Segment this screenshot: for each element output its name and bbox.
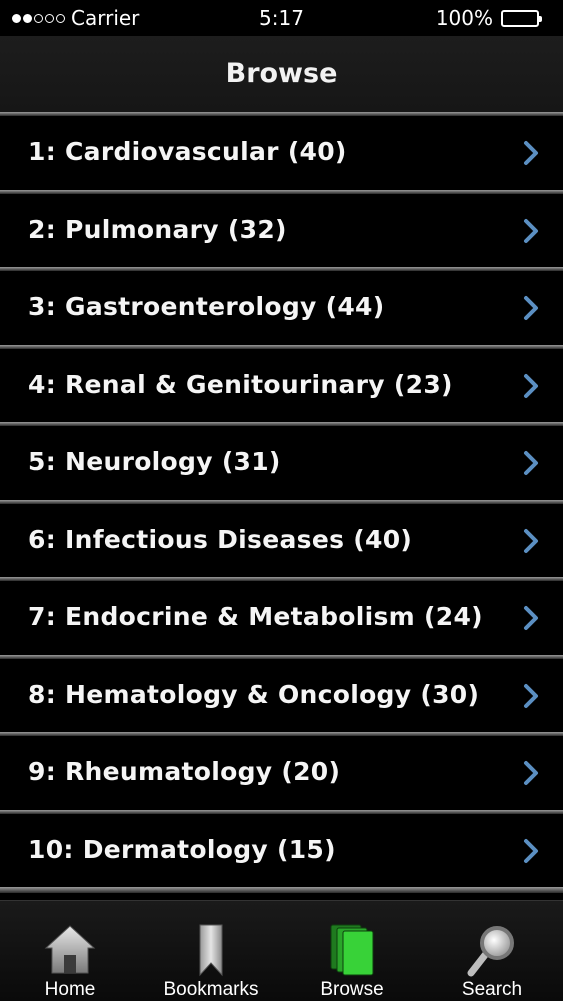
chevron-right-icon (524, 296, 538, 320)
tab-search[interactable]: Search (422, 901, 562, 1001)
bookmark-icon (199, 924, 223, 977)
list-divider (0, 887, 563, 893)
list-item[interactable]: 1: Cardiovascular (40) (0, 112, 563, 190)
list-item-label: 9: Rheumatology (20) (28, 757, 341, 786)
list-item[interactable]: 8: Hematology & Oncology (30) (0, 654, 563, 732)
tab-browse[interactable]: Browse (282, 901, 422, 1001)
list-item[interactable]: 3: Gastroenterology (44) (0, 267, 563, 345)
list-item-label: 8: Hematology & Oncology (30) (28, 679, 480, 709)
category-list: 1: Cardiovascular (40) 2: Pulmonary (32)… (0, 112, 563, 893)
list-item[interactable]: 5: Neurology (31) (0, 422, 563, 500)
list-item[interactable]: 7: Endocrine & Metabolism (24) (0, 577, 563, 655)
chevron-right-icon (524, 838, 538, 863)
battery-indicator: 100% (435, 6, 542, 30)
magnifier-icon (467, 926, 514, 977)
list-item-label: 2: Pulmonary (32) (28, 214, 287, 244)
battery-icon (501, 9, 542, 27)
status-bar-edge (543, 0, 559, 32)
list-item-label: 10: Dermatology (15) (28, 834, 336, 864)
list-item-label: 3: Gastroenterology (44) (28, 292, 385, 321)
list-item[interactable]: 4: Renal & Genitourinary (23) (0, 344, 563, 422)
status-bar: Carrier 5:17 100% (0, 0, 563, 36)
list-item-label: 4: Renal & Genitourinary (23) (28, 369, 453, 399)
tab-label: Browse (320, 979, 384, 1000)
list-item-label: 6: Infectious Diseases (40) (28, 524, 413, 554)
list-item[interactable]: 9: Rheumatology (20) (0, 732, 563, 810)
list-item-label: 7: Endocrine & Metabolism (24) (28, 602, 483, 631)
chevron-right-icon (524, 218, 538, 243)
list-item[interactable]: 2: Pulmonary (32) (0, 189, 563, 267)
list-item[interactable]: 6: Infectious Diseases (40) (0, 499, 563, 577)
chevron-right-icon (524, 373, 538, 398)
chevron-right-icon (524, 606, 538, 630)
chevron-right-icon (524, 141, 538, 165)
chevron-right-icon (524, 528, 538, 553)
books-icon (330, 924, 374, 976)
list-item-label: 1: Cardiovascular (40) (28, 137, 347, 166)
list-item[interactable]: 10: Dermatology (15) (0, 809, 563, 887)
tab-home[interactable]: Home (0, 901, 140, 1001)
tab-label: Home (44, 979, 96, 1000)
tab-label: Search (461, 979, 523, 1000)
page-title: Browse (225, 58, 338, 89)
chevron-right-icon (524, 761, 538, 785)
battery-percentage: 100% (435, 6, 493, 30)
home-icon (44, 925, 96, 974)
tab-bar: Home Bookmarks Browse Search (0, 900, 563, 1001)
chevron-right-icon (524, 683, 538, 708)
tab-bookmarks[interactable]: Bookmarks (141, 901, 281, 1001)
tab-label: Bookmarks (163, 979, 259, 1000)
list-item-label: 5: Neurology (31) (28, 447, 281, 476)
chevron-right-icon (524, 451, 538, 475)
navigation-bar: Browse (0, 36, 563, 112)
